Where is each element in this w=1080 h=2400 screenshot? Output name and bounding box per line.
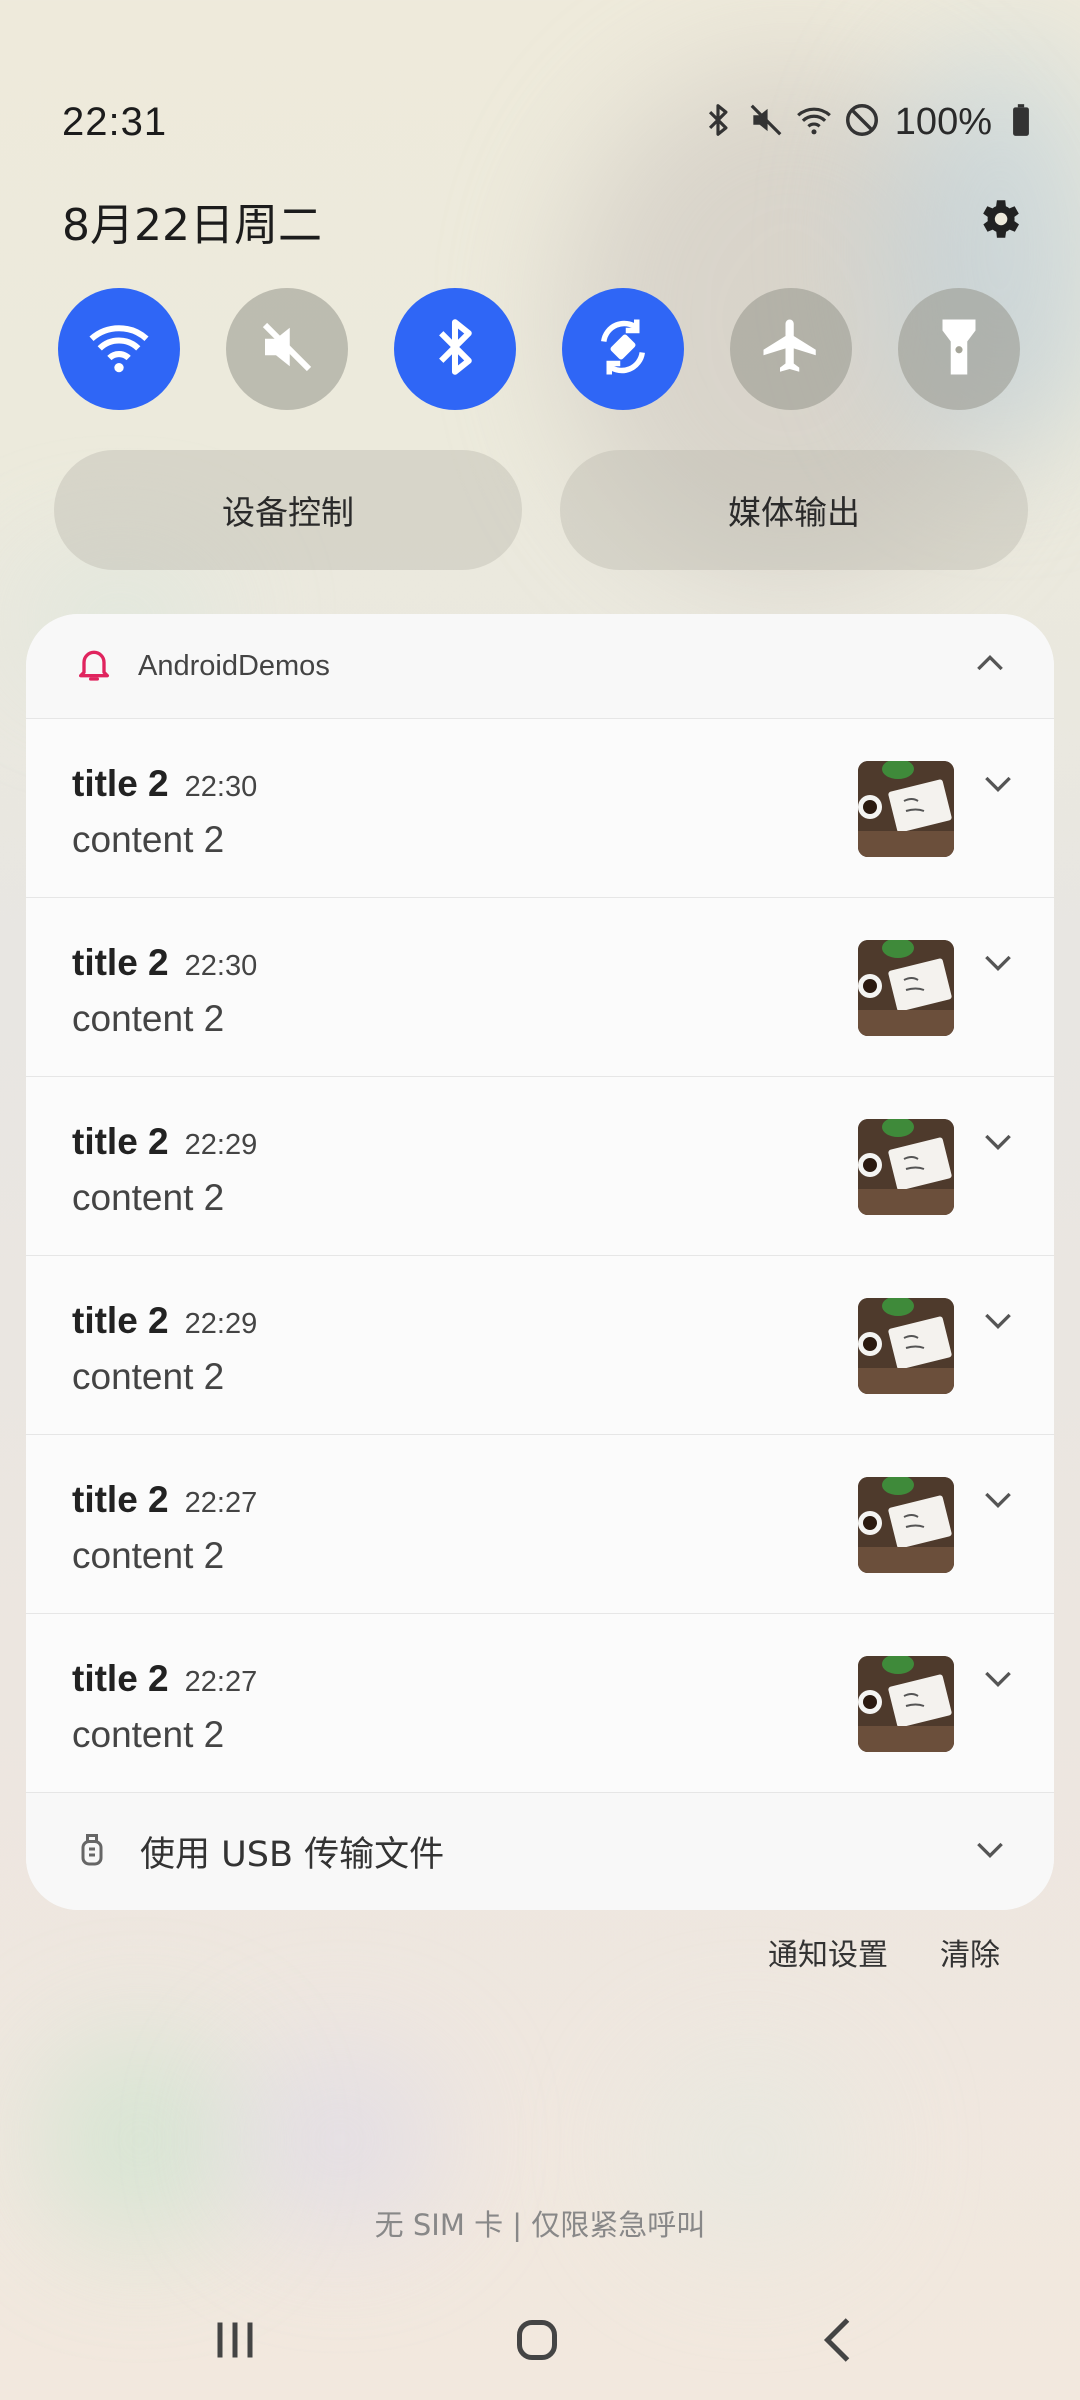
bluetooth-icon [699,101,737,144]
chevron-down-icon[interactable] [978,763,1018,808]
battery-icon [1002,101,1040,144]
back-icon[interactable] [810,2310,870,2375]
quick-settings [58,288,1020,410]
notification-title: title 2 [72,1300,169,1341]
navigation-bar [0,2300,1080,2380]
chevron-down-icon[interactable] [978,1121,1018,1166]
gear-icon[interactable] [974,194,1024,249]
notification-title: title 2 [72,942,169,983]
notification-item[interactable]: title 2 22:30 content 2 [26,718,1054,897]
notification-time: 22:27 [184,1666,258,1698]
date-label: 8月22日周二 [62,200,322,251]
qs-sound-button[interactable] [226,288,348,410]
rotate-icon [590,314,656,385]
app-name: AndroidDemos [138,649,330,682]
status-icons: 100% [699,101,1040,144]
qs-flashlight-button[interactable] [898,288,1020,410]
notification-thumbnail [858,940,954,1036]
usb-notification-label: 使用 USB 传输文件 [140,1835,445,1875]
notification-content: content 2 [72,1535,225,1576]
notification-item[interactable]: title 2 22:29 content 2 [26,1076,1054,1255]
notification-time: 22:29 [184,1129,258,1161]
bluetooth-icon [422,314,488,385]
flashlight-icon [926,314,992,385]
usb-notification[interactable]: 使用 USB 传输文件 [26,1792,1054,1910]
notification-thumbnail [858,1477,954,1573]
notification-content: content 2 [72,1177,225,1218]
notification-thumbnail [858,761,954,857]
recent-apps-icon[interactable] [205,2310,265,2375]
notification-title: title 2 [72,1479,169,1520]
mute-icon [254,314,320,385]
date-row: 8月22日周二 [62,190,1024,252]
qs-wifi-button[interactable] [58,288,180,410]
notification-thumbnail [858,1119,954,1215]
do-not-disturb-icon [843,101,881,144]
status-time: 22:31 [62,99,168,144]
qs-airplane-button[interactable] [730,288,852,410]
notification-content: content 2 [72,819,225,860]
wifi-icon [795,101,833,144]
device-control-button[interactable]: 设备控制 [54,450,522,570]
control-pills: 设备控制 媒体输出 [54,450,1028,570]
chevron-down-icon[interactable] [970,1829,1010,1874]
sim-status: 无 SIM 卡 | 仅限紧急呼叫 [374,2208,706,2242]
wifi-icon [86,314,152,385]
notification-thumbnail [858,1656,954,1752]
notification-content: content 2 [72,1356,225,1397]
qs-auto-rotate-button[interactable] [562,288,684,410]
status-bar: 22:31 100% [62,92,1040,152]
notification-content: content 2 [72,998,225,1039]
battery-level: 100% [894,100,992,143]
bell-icon [74,644,114,689]
chevron-up-icon[interactable] [970,644,1010,689]
airplane-icon [758,314,824,385]
media-output-button[interactable]: 媒体输出 [560,450,1028,570]
notification-item[interactable]: title 2 22:30 content 2 [26,897,1054,1076]
home-icon[interactable] [507,2310,567,2375]
chevron-down-icon[interactable] [978,942,1018,987]
notification-time: 22:30 [184,950,258,982]
chevron-down-icon[interactable] [978,1300,1018,1345]
chevron-down-icon[interactable] [978,1479,1018,1524]
notification-time: 22:30 [184,771,258,803]
notification-content: content 2 [72,1714,225,1755]
notification-title: title 2 [72,1658,169,1699]
notification-actions: 通知设置 清除 [768,1930,1000,1974]
mute-icon [747,101,785,144]
notification-title: title 2 [72,763,169,804]
notification-item[interactable]: title 2 22:29 content 2 [26,1255,1054,1434]
notification-time: 22:29 [184,1308,258,1340]
notification-time: 22:27 [184,1487,258,1519]
notification-title: title 2 [72,1121,169,1162]
clear-button[interactable]: 清除 [940,1930,1000,1974]
qs-bluetooth-button[interactable] [394,288,516,410]
usb-icon [74,1831,110,1872]
notification-thumbnail [858,1298,954,1394]
notification-group-header[interactable]: AndroidDemos [26,614,1054,718]
chevron-down-icon[interactable] [978,1658,1018,1703]
notification-item[interactable]: title 2 22:27 content 2 [26,1434,1054,1613]
notification-item[interactable]: title 2 22:27 content 2 [26,1613,1054,1792]
notification-group: AndroidDemos title 2 22:30 content 2 tit… [26,614,1054,1910]
notification-settings-button[interactable]: 通知设置 [768,1930,888,1974]
